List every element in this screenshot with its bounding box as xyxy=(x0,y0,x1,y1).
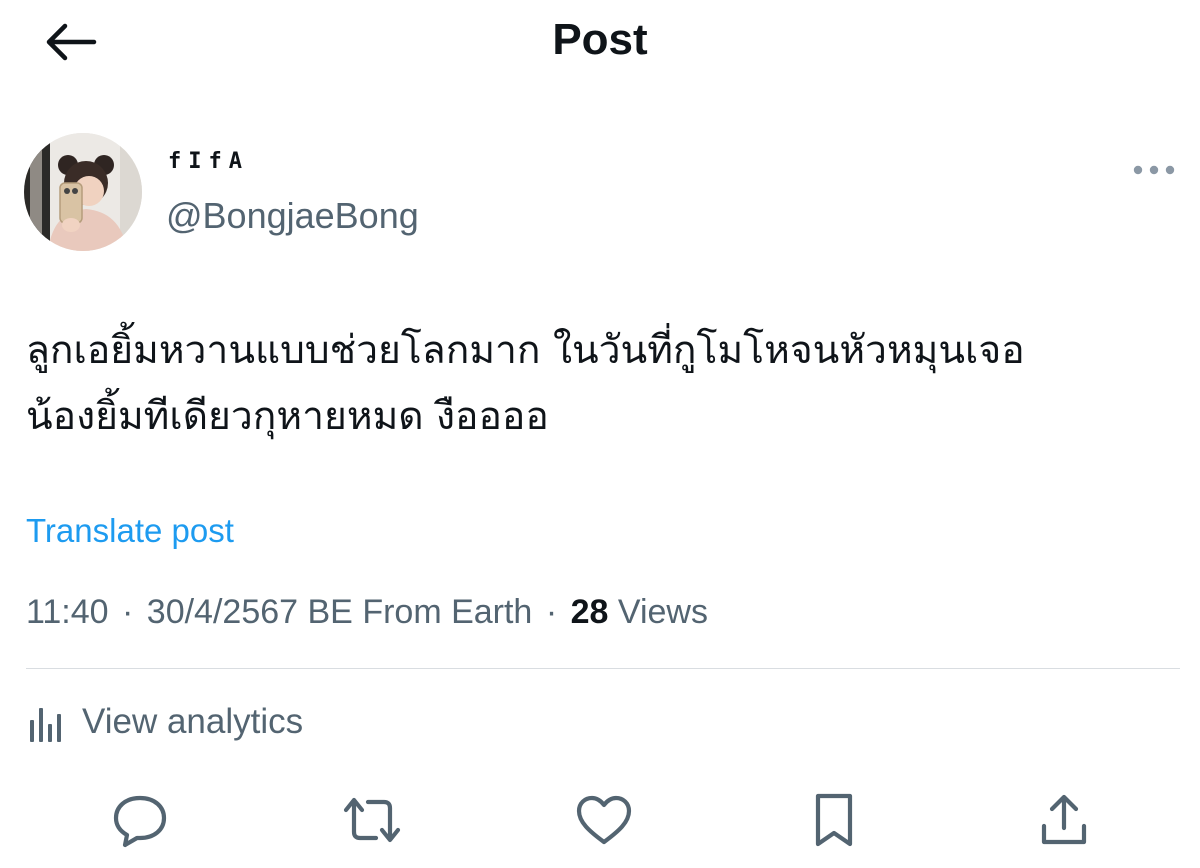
arrow-left-icon xyxy=(46,23,97,61)
reply-icon xyxy=(113,795,167,848)
analytics-icon xyxy=(30,708,61,742)
repost-button[interactable] xyxy=(340,788,404,852)
like-button[interactable] xyxy=(572,788,636,852)
post-source: From Earth xyxy=(362,593,533,631)
heart-icon xyxy=(576,795,632,845)
separator: · xyxy=(545,593,558,631)
more-horizontal-icon xyxy=(1133,165,1175,175)
post-metadata: 11:40 · 30/4/2567 BE From Earth · 28 Vie… xyxy=(26,589,708,635)
back-button[interactable] xyxy=(30,14,110,70)
bookmark-icon xyxy=(815,793,853,847)
view-analytics-link[interactable]: View analytics xyxy=(26,696,303,748)
page-title: Post xyxy=(552,15,648,64)
view-analytics-label: View analytics xyxy=(82,702,304,741)
separator: · xyxy=(122,593,134,631)
bookmark-button[interactable] xyxy=(802,788,866,852)
post-text: ลูกเอยิ้มหวานแบบช่วยโลกมาก ในวันที่กูโมโ… xyxy=(26,328,1025,439)
display-name[interactable]: fIfA xyxy=(168,148,249,176)
avatar[interactable] xyxy=(24,133,142,251)
post-date[interactable]: 30/4/2567 BE xyxy=(147,593,353,631)
author-handle[interactable]: @BongjaeBong xyxy=(166,193,419,239)
divider xyxy=(26,668,1180,669)
more-options-button[interactable] xyxy=(1128,150,1180,190)
reply-button[interactable] xyxy=(108,788,172,852)
views-label: Views xyxy=(617,593,708,631)
repost-icon xyxy=(343,797,401,843)
views-count: 28 xyxy=(570,593,609,631)
post-time[interactable]: 11:40 xyxy=(26,593,109,631)
share-icon xyxy=(1041,794,1087,845)
translate-post-link[interactable]: Translate post xyxy=(26,508,234,554)
profile-photo xyxy=(24,133,142,251)
share-button[interactable] xyxy=(1032,788,1096,852)
